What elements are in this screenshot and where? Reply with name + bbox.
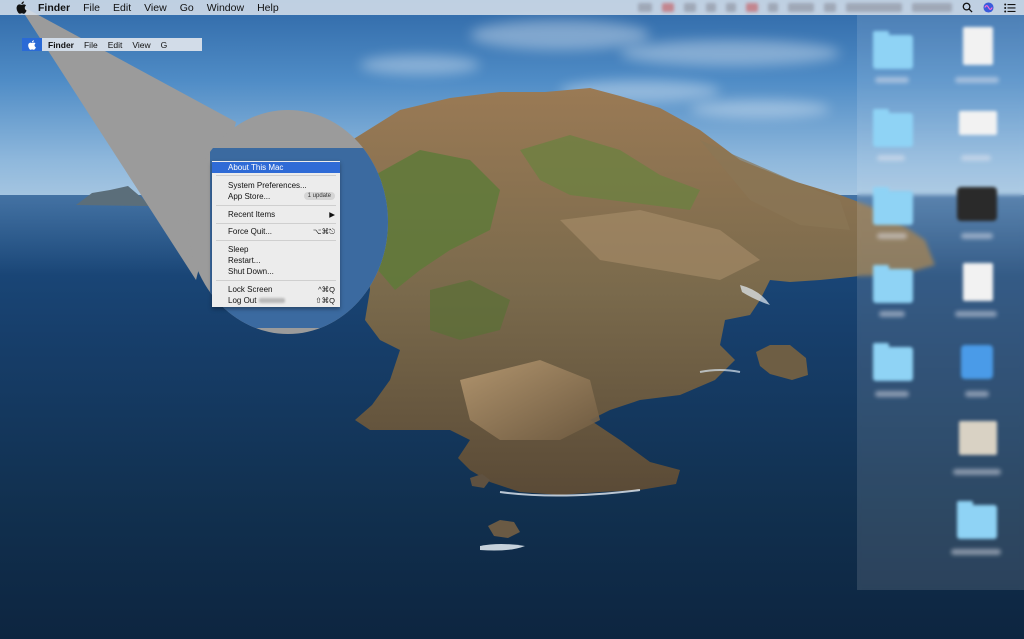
menu-window[interactable]: Window — [207, 2, 244, 14]
status-icon[interactable] — [638, 3, 652, 12]
status-icon[interactable] — [824, 3, 836, 12]
shortcut-label: ^⌘Q — [318, 285, 335, 294]
menu-item-force-quit[interactable]: Force Quit... ⌥⌘⎋ — [212, 226, 340, 237]
status-icon[interactable] — [768, 3, 778, 12]
siri-icon[interactable] — [983, 2, 994, 13]
menu-app-name[interactable]: Finder — [38, 2, 70, 14]
menu-item-restart[interactable]: Restart... — [212, 255, 340, 266]
blurred-username — [259, 298, 286, 304]
magnified-menu-file[interactable]: File — [84, 40, 98, 50]
menu-file[interactable]: File — [83, 2, 100, 14]
menu-item-system-preferences[interactable]: System Preferences... — [212, 180, 340, 191]
menu-extras — [638, 0, 1016, 15]
magnified-menu-edit[interactable]: Edit — [108, 40, 123, 50]
menu-edit[interactable]: Edit — [113, 2, 131, 14]
shortcut-label: ⇧⌘Q — [315, 296, 335, 305]
desktop-wallpaper: Finder File Edit View G About This Mac S… — [0, 0, 1024, 639]
menu-item-app-store[interactable]: App Store... 1 update — [212, 191, 340, 202]
apple-menu-dropdown: About This Mac System Preferences... App… — [212, 161, 340, 307]
menu-item-shut-down[interactable]: Shut Down... — [212, 266, 340, 277]
menu-item-sleep[interactable]: Sleep — [212, 244, 340, 255]
menu-item-log-out[interactable]: Log Out ⇧⌘Q — [212, 295, 340, 306]
clock[interactable] — [846, 3, 902, 12]
menu-item-recent-items[interactable]: Recent Items ▶ — [212, 209, 340, 220]
notification-center-icon[interactable] — [1004, 3, 1016, 13]
status-icon[interactable] — [706, 3, 716, 12]
apple-icon[interactable] — [14, 1, 28, 15]
search-icon[interactable] — [962, 2, 973, 13]
magnified-app-name[interactable]: Finder — [48, 40, 74, 50]
magnified-menu-view[interactable]: View — [132, 40, 150, 50]
status-icon[interactable] — [684, 3, 696, 12]
menu-item-about-this-mac[interactable]: About This Mac — [212, 162, 340, 173]
magnifier-callout — [18, 4, 236, 280]
status-icon[interactable] — [726, 3, 736, 12]
submenu-arrow-icon: ▶ — [329, 210, 335, 219]
menu-item-lock-screen[interactable]: Lock Screen ^⌘Q — [212, 284, 340, 295]
update-badge: 1 update — [303, 192, 335, 200]
menu-view[interactable]: View — [144, 2, 167, 14]
status-icon[interactable] — [746, 3, 758, 12]
user-name[interactable] — [912, 3, 952, 12]
magnified-menubar: Finder File Edit View G — [22, 38, 202, 51]
magnified-menu-go[interactable]: G — [161, 40, 168, 50]
shortcut-label: ⌥⌘⎋ — [312, 227, 335, 236]
apple-icon[interactable] — [22, 38, 42, 51]
menu-help[interactable]: Help — [257, 2, 279, 14]
status-icon[interactable] — [662, 3, 674, 12]
menu-bar: Finder File Edit View Go Window Help — [0, 0, 1024, 15]
menu-go[interactable]: Go — [180, 2, 194, 14]
status-icon[interactable] — [788, 3, 814, 12]
